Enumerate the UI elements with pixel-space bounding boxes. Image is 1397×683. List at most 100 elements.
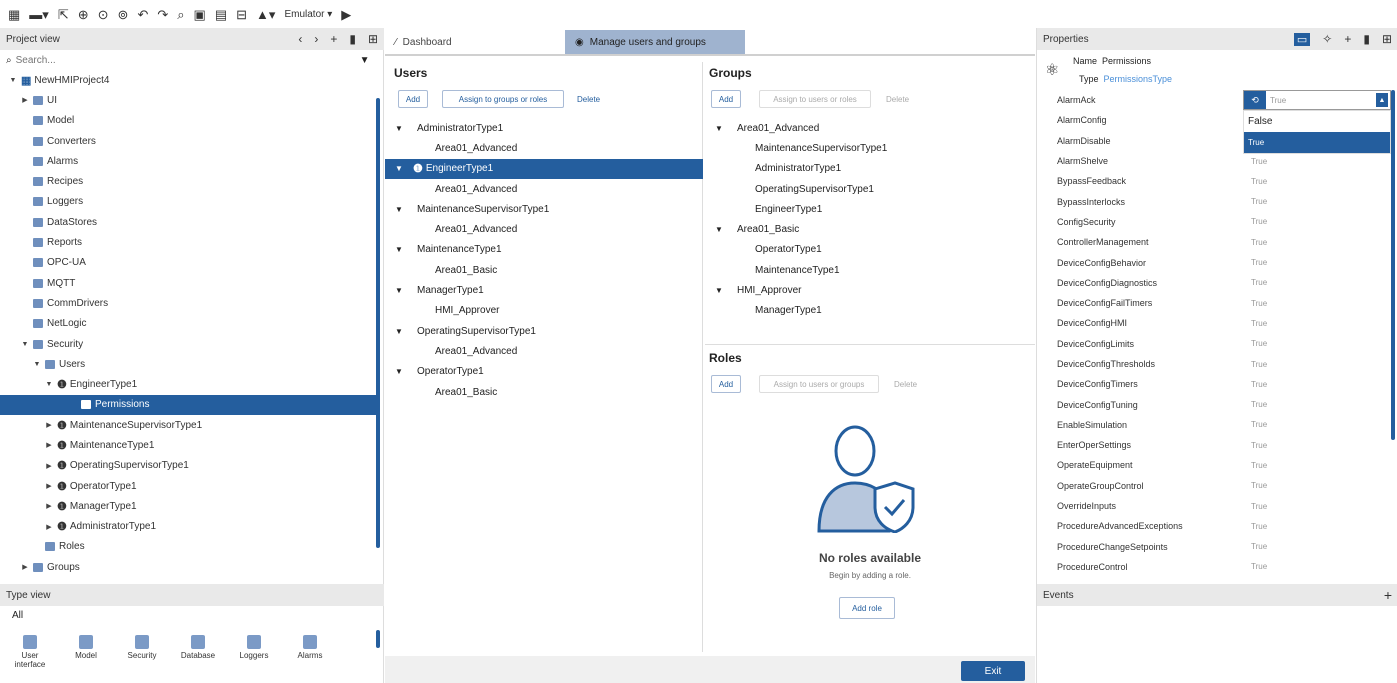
property-row[interactable]: DeviceConfigTuning True [1037,394,1391,414]
add-icon[interactable]: ⊕ [78,8,89,21]
delete-group-button[interactable]: Delete [886,95,909,104]
property-value[interactable]: True [1245,375,1391,393]
list-subitem[interactable]: Area01_Advanced [385,341,703,361]
link-icon[interactable]: ⟲ [1244,91,1266,109]
assign-groups-button[interactable]: Assign to groups or roles [442,90,564,108]
add-event-icon[interactable]: + [1384,587,1392,603]
pin-icon[interactable]: ⊞ [1382,32,1392,46]
chevron-right-icon[interactable]: ▶ [20,96,30,104]
property-value[interactable]: True [1245,355,1391,373]
list-item[interactable]: ▼ MaintenanceType1 [385,240,703,260]
tab-dashboard[interactable]: ⁄ Dashboard [385,30,565,54]
list-item[interactable]: ▼ ❶ EngineerType1 [385,158,703,179]
add-icon[interactable]: + [1344,32,1351,46]
back-icon[interactable]: ‹ [298,32,302,46]
chevron-down-icon[interactable]: ▼ [385,205,413,214]
notification-icon[interactable]: ▤ [215,8,227,21]
chevron-down-icon[interactable]: ▼ [385,245,413,254]
dropdown-option[interactable]: True [1244,132,1390,153]
search-input[interactable] [15,54,356,66]
chevron-right-icon[interactable]: ▶ [44,523,54,531]
property-row[interactable]: OperateGroupControl True [1037,476,1391,496]
property-value[interactable]: True [1245,335,1391,353]
tree-item[interactable]: ▶ ❶ MaintenanceType1 [0,435,376,455]
tree-item[interactable]: ▶ ❶ ManagerType1 [0,496,376,516]
list-subitem[interactable]: Area01_Advanced [385,219,703,239]
layout-icon[interactable]: ⊟ [236,8,247,21]
delete-user-button[interactable]: Delete [577,95,600,104]
tree-item[interactable]: Reports [0,232,376,252]
target-icon[interactable]: ⊙ [98,8,109,21]
property-row[interactable]: EnterOperSettings True [1037,435,1391,455]
property-row[interactable]: ProcedureChangeSetpoints True [1037,537,1391,557]
type-view-filter[interactable]: All [12,610,23,621]
tree-item[interactable]: ▶ ❶ MaintenanceSupervisorType1 [0,415,376,435]
add-group-button[interactable]: Add [711,90,741,108]
type-view-item[interactable]: Alarms [292,635,328,669]
property-value[interactable]: True [1245,416,1391,434]
tree-item[interactable]: Recipes [0,171,376,191]
tree-item[interactable]: MQTT [0,273,376,293]
tree-item[interactable]: DataStores [0,212,376,232]
type-view-item[interactable]: User interface [12,635,48,669]
list-subitem[interactable]: HMI_Approver [385,301,703,321]
tree-item[interactable]: Converters [0,131,376,151]
chevron-right-icon[interactable]: ▶ [44,482,54,490]
property-row[interactable]: ConfigSecurity True [1037,212,1391,232]
chevron-down-icon[interactable]: ▼ [32,361,42,368]
type-view-item[interactable]: Database [180,635,216,669]
chevron-down-icon[interactable]: ▼ [385,164,413,173]
chevron-right-icon[interactable]: ▶ [44,421,54,429]
property-value[interactable]: True [1245,314,1391,332]
tree-item[interactable]: NetLogic [0,314,376,334]
add-role-cta-button[interactable]: Add role [839,597,895,619]
property-row[interactable]: DeviceConfigTimers True [1037,374,1391,394]
tree-item[interactable]: ▼ ▦ NewHMIProject4 [0,70,376,90]
property-value[interactable]: True [1245,477,1391,495]
filter-icon[interactable]: ▭ [1293,32,1311,46]
property-value[interactable]: True [1245,517,1391,535]
list-item[interactable]: ▼ MaintenanceSupervisorType1 [385,199,703,219]
property-value[interactable]: True [1245,396,1391,414]
property-row[interactable]: DeviceConfigLimits True [1037,334,1391,354]
tree-item[interactable]: Permissions [0,394,376,416]
property-value[interactable]: True [1245,213,1391,231]
chevron-up-icon[interactable]: ▲ [1376,93,1388,107]
add-role-button[interactable]: Add [711,375,741,393]
chevron-right-icon[interactable]: ▶ [44,441,54,449]
tree-item[interactable]: ▶ UI [0,90,376,110]
redo-icon[interactable]: ↷ [157,8,168,21]
tree-item[interactable]: ▶ ❶ OperatorType1 [0,476,376,496]
property-row[interactable]: ProcedureAdvancedExceptions True [1037,516,1391,536]
list-subitem[interactable]: ManagerType1 [705,301,1035,321]
property-value[interactable]: True [1245,254,1391,272]
emulator-select[interactable]: Emulator ▾ [284,9,332,20]
property-row[interactable]: DeviceConfigThresholds True [1037,354,1391,374]
tree-item[interactable]: ▼ Users [0,354,376,374]
property-row[interactable]: ProcedureControl True [1037,557,1391,577]
list-subitem[interactable]: Area01_Basic [385,260,703,280]
folder-icon[interactable]: ▣ [194,8,206,21]
chevron-down-icon[interactable]: ▼ [385,367,413,376]
property-value[interactable]: True [1245,497,1391,515]
list-subitem[interactable]: Area01_Advanced [385,179,703,199]
property-row[interactable]: OperateEquipment True [1037,455,1391,475]
property-row[interactable]: DeviceConfigFailTimers True [1037,293,1391,313]
forward-icon[interactable]: › [314,32,318,46]
chevron-right-icon[interactable]: ▶ [44,462,54,470]
property-value[interactable]: True [1245,193,1391,211]
dropdown-option[interactable]: False [1244,111,1390,132]
property-value[interactable]: True [1245,152,1391,170]
add-user-button[interactable]: Add [398,90,428,108]
property-row[interactable]: EnableSimulation True [1037,415,1391,435]
list-item[interactable]: ▼ OperatorType1 [385,362,703,382]
list-subitem[interactable]: MaintenanceSupervisorType1 [705,138,1035,158]
tree-item[interactable]: Model [0,111,376,131]
settings-icon[interactable]: ⊚ [118,8,129,21]
list-subitem[interactable]: OperatorType1 [705,240,1035,260]
property-row[interactable]: DeviceConfigBehavior True [1037,252,1391,272]
chevron-down-icon[interactable]: ▼ [705,225,733,234]
tree-item[interactable]: ▼ ❶ EngineerType1 [0,374,376,394]
list-subitem[interactable]: MaintenanceType1 [705,260,1035,280]
tree-item[interactable]: CommDrivers [0,293,376,313]
